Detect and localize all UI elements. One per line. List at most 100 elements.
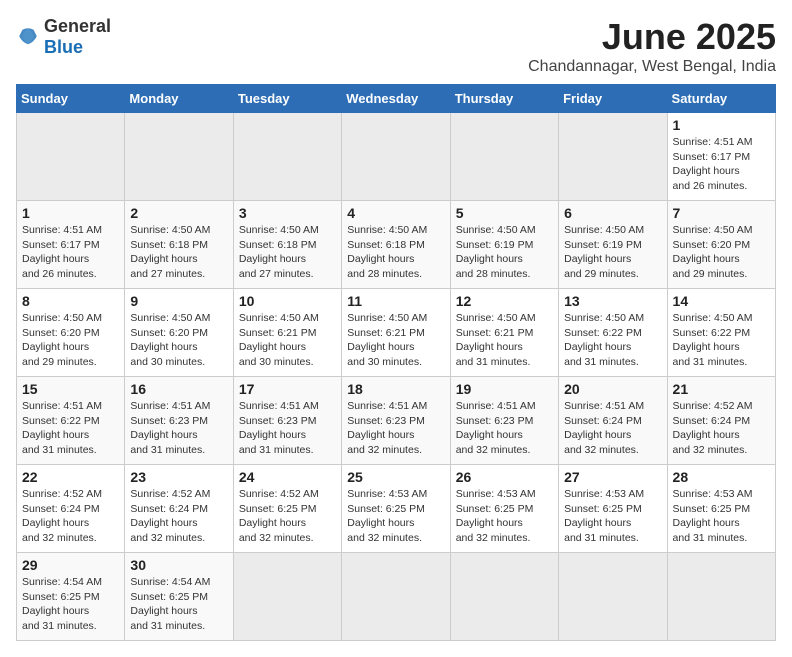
calendar-cell [450, 113, 558, 201]
day-number: 23 [130, 469, 227, 485]
calendar-cell: 9 Sunrise: 4:50 AMSunset: 6:20 PMDaylight… [125, 289, 233, 377]
calendar-cell: 11 Sunrise: 4:50 AMSunset: 6:21 PMDayligh… [342, 289, 450, 377]
month-title: June 2025 [528, 16, 776, 58]
day-info: Sunrise: 4:52 AMSunset: 6:24 PMDaylight … [22, 488, 102, 544]
calendar-cell [667, 553, 775, 641]
calendar-cell: 13 Sunrise: 4:50 AMSunset: 6:22 PMDayligh… [559, 289, 667, 377]
location-title: Chandannagar, West Bengal, India [528, 58, 776, 76]
day-info: Sunrise: 4:50 AMSunset: 6:22 PMDaylight … [673, 312, 753, 368]
day-number: 19 [456, 381, 553, 397]
column-header-wednesday: Wednesday [342, 85, 450, 113]
day-number: 13 [564, 293, 661, 309]
calendar-cell: 10 Sunrise: 4:50 AMSunset: 6:21 PMDayligh… [233, 289, 341, 377]
day-info: Sunrise: 4:51 AMSunset: 6:23 PMDaylight … [239, 400, 319, 456]
calendar-cell: 19Sunrise: 4:51 AMSunset: 6:23 PMDayligh… [450, 377, 558, 465]
calendar-cell: 29Sunrise: 4:54 AMSunset: 6:25 PMDayligh… [17, 553, 125, 641]
day-info: Sunrise: 4:53 AMSunset: 6:25 PMDaylight … [456, 488, 536, 544]
calendar-cell [233, 553, 341, 641]
column-header-monday: Monday [125, 85, 233, 113]
calendar-cell: 6Sunrise: 4:50 AMSunset: 6:19 PMDaylight… [559, 201, 667, 289]
calendar-cell: 20Sunrise: 4:51 AMSunset: 6:24 PMDayligh… [559, 377, 667, 465]
day-number: 28 [673, 469, 770, 485]
day-number: 26 [456, 469, 553, 485]
calendar-cell: 1 Sunrise: 4:51 AMSunset: 6:17 PMDaylight… [17, 201, 125, 289]
calendar-cell: 25 Sunrise: 4:53 AMSunset: 6:25 PMDayligh… [342, 465, 450, 553]
day-number: 30 [130, 557, 227, 573]
day-number: 9 [130, 293, 227, 309]
column-header-thursday: Thursday [450, 85, 558, 113]
column-header-sunday: Sunday [17, 85, 125, 113]
column-header-friday: Friday [559, 85, 667, 113]
calendar-cell: 22 Sunrise: 4:52 AMSunset: 6:24 PMDayligh… [17, 465, 125, 553]
day-number: 11 [347, 293, 444, 309]
title-area: June 2025 Chandannagar, West Bengal, Ind… [528, 16, 776, 76]
day-info: Sunrise: 4:51 AMSunset: 6:17 PMDaylight … [673, 136, 753, 192]
logo-text: General Blue [44, 16, 111, 58]
calendar-cell: 23 Sunrise: 4:52 AMSunset: 6:24 PMDayligh… [125, 465, 233, 553]
day-info: Sunrise: 4:54 AMSunset: 6:25 PMDaylight … [130, 576, 210, 632]
day-number: 5 [456, 205, 553, 221]
calendar-cell: 3 Sunrise: 4:50 AMSunset: 6:18 PMDaylight… [233, 201, 341, 289]
calendar-cell [342, 113, 450, 201]
day-info: Sunrise: 4:50 AMSunset: 6:22 PMDaylight … [564, 312, 644, 368]
calendar-cell [342, 553, 450, 641]
day-number: 6 [564, 205, 661, 221]
calendar-cell: 26 Sunrise: 4:53 AMSunset: 6:25 PMDayligh… [450, 465, 558, 553]
day-number: 22 [22, 469, 119, 485]
day-number: 21 [673, 381, 770, 397]
day-info: Sunrise: 4:50 AMSunset: 6:19 PMDaylight … [456, 224, 536, 280]
day-number: 1 [22, 205, 119, 221]
day-info: Sunrise: 4:52 AMSunset: 6:24 PMDaylight … [130, 488, 210, 544]
calendar-cell: 16 Sunrise: 4:51 AMSunset: 6:23 PMDayligh… [125, 377, 233, 465]
column-header-saturday: Saturday [667, 85, 775, 113]
calendar-cell: 7Sunrise: 4:50 AMSunset: 6:20 PMDaylight… [667, 201, 775, 289]
day-info: Sunrise: 4:50 AMSunset: 6:21 PMDaylight … [347, 312, 427, 368]
day-info: Sunrise: 4:54 AMSunset: 6:25 PMDaylight … [22, 576, 102, 632]
day-number: 1 [673, 117, 770, 133]
day-number: 10 [239, 293, 336, 309]
logo: General Blue [16, 16, 111, 58]
day-info: Sunrise: 4:50 AMSunset: 6:18 PMDaylight … [239, 224, 319, 280]
column-header-tuesday: Tuesday [233, 85, 341, 113]
day-info: Sunrise: 4:52 AMSunset: 6:24 PMDaylight … [673, 400, 753, 456]
logo-icon [16, 25, 40, 49]
calendar-cell [233, 113, 341, 201]
calendar-body: 1 Sunrise: 4:51 AMSunset: 6:17 PMDaylight… [17, 113, 776, 641]
day-info: Sunrise: 4:53 AMSunset: 6:25 PMDaylight … [564, 488, 644, 544]
day-number: 3 [239, 205, 336, 221]
calendar-cell [17, 113, 125, 201]
calendar-header-row: SundayMondayTuesdayWednesdayThursdayFrid… [17, 85, 776, 113]
calendar-cell: 8Sunrise: 4:50 AMSunset: 6:20 PMDaylight… [17, 289, 125, 377]
calendar-cell: 1 Sunrise: 4:51 AMSunset: 6:17 PMDaylight… [667, 113, 775, 201]
day-info: Sunrise: 4:51 AMSunset: 6:17 PMDaylight … [22, 224, 102, 280]
day-info: Sunrise: 4:50 AMSunset: 6:20 PMDaylight … [130, 312, 210, 368]
day-info: Sunrise: 4:50 AMSunset: 6:18 PMDaylight … [347, 224, 427, 280]
calendar-cell: 27Sunrise: 4:53 AMSunset: 6:25 PMDayligh… [559, 465, 667, 553]
calendar-cell: 30 Sunrise: 4:54 AMSunset: 6:25 PMDayligh… [125, 553, 233, 641]
day-info: Sunrise: 4:50 AMSunset: 6:21 PMDaylight … [239, 312, 319, 368]
day-info: Sunrise: 4:51 AMSunset: 6:24 PMDaylight … [564, 400, 644, 456]
day-number: 15 [22, 381, 119, 397]
calendar-week-3: 15Sunrise: 4:51 AMSunset: 6:22 PMDayligh… [17, 377, 776, 465]
calendar-cell [559, 113, 667, 201]
day-number: 18 [347, 381, 444, 397]
day-number: 16 [130, 381, 227, 397]
page-header: General Blue June 2025 Chandannagar, Wes… [16, 16, 776, 76]
calendar-cell: 2Sunrise: 4:50 AMSunset: 6:18 PMDaylight… [125, 201, 233, 289]
day-info: Sunrise: 4:50 AMSunset: 6:20 PMDaylight … [22, 312, 102, 368]
calendar-cell [450, 553, 558, 641]
calendar-week-5: 29Sunrise: 4:54 AMSunset: 6:25 PMDayligh… [17, 553, 776, 641]
calendar-cell: 21 Sunrise: 4:52 AMSunset: 6:24 PMDayligh… [667, 377, 775, 465]
day-number: 7 [673, 205, 770, 221]
calendar-week-0: 1 Sunrise: 4:51 AMSunset: 6:17 PMDaylight… [17, 113, 776, 201]
calendar-cell: 24Sunrise: 4:52 AMSunset: 6:25 PMDayligh… [233, 465, 341, 553]
calendar-week-2: 8Sunrise: 4:50 AMSunset: 6:20 PMDaylight… [17, 289, 776, 377]
day-number: 14 [673, 293, 770, 309]
day-info: Sunrise: 4:53 AMSunset: 6:25 PMDaylight … [347, 488, 427, 544]
day-info: Sunrise: 4:53 AMSunset: 6:25 PMDaylight … [673, 488, 753, 544]
day-info: Sunrise: 4:51 AMSunset: 6:23 PMDaylight … [130, 400, 210, 456]
day-number: 25 [347, 469, 444, 485]
calendar-cell [125, 113, 233, 201]
calendar-cell: 5 Sunrise: 4:50 AMSunset: 6:19 PMDaylight… [450, 201, 558, 289]
day-number: 12 [456, 293, 553, 309]
